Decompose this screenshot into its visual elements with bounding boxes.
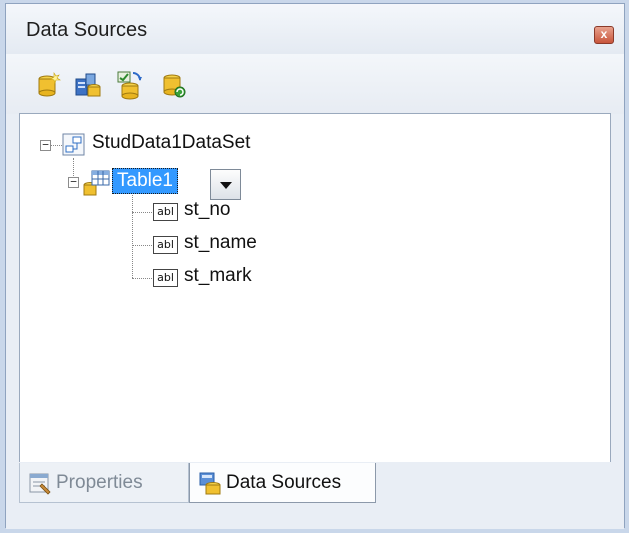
properties-icon — [29, 473, 51, 495]
table-collapse-toggle[interactable]: − — [68, 176, 79, 188]
close-button[interactable]: x — [594, 26, 614, 44]
panel-title: Data Sources — [26, 19, 148, 41]
data-sources-panel: Data Sources x − StudData1DataSet − Tabl… — [5, 3, 625, 529]
tree-connector — [132, 195, 133, 278]
textbox-field-icon: abl — [153, 269, 178, 287]
table-control-dropdown[interactable] — [210, 169, 241, 200]
dataset-collapse-toggle[interactable]: − — [40, 139, 51, 151]
toolbar — [6, 54, 624, 114]
tree-connector — [51, 145, 62, 146]
tree-connector — [132, 245, 152, 246]
tree-connector — [132, 212, 152, 213]
tab-properties-label: Properties — [56, 471, 143, 493]
field-node-label[interactable]: st_name — [184, 232, 257, 254]
data-sources-tree[interactable]: − StudData1DataSet − Table1 abl st_no ab… — [19, 113, 611, 463]
configure-dataset-with-wizard-button[interactable] — [112, 68, 148, 102]
textbox-field-icon: abl — [153, 203, 178, 221]
table-icon — [83, 170, 110, 196]
tree-connector — [132, 278, 152, 279]
field-node-label[interactable]: st_mark — [184, 265, 252, 287]
panel-tabstrip: Properties Data Sources — [6, 462, 624, 529]
close-icon: x — [600, 27, 608, 41]
add-new-data-source-button[interactable] — [30, 68, 66, 102]
edit-dataset-with-designer-icon — [75, 73, 101, 97]
field-node-label[interactable]: st_no — [184, 199, 230, 221]
dataset-node-label[interactable]: StudData1DataSet — [92, 132, 250, 154]
tab-data-sources[interactable]: Data Sources — [189, 463, 376, 503]
panel-titlebar: Data Sources x — [6, 4, 624, 54]
refresh-icon — [163, 74, 186, 98]
chevron-down-icon — [220, 182, 232, 189]
refresh-button[interactable] — [156, 68, 192, 102]
textbox-field-icon: abl — [153, 236, 178, 254]
dataset-icon — [62, 133, 85, 156]
add-new-data-source-icon — [38, 72, 61, 97]
edit-dataset-with-designer-button[interactable] — [70, 68, 106, 102]
table-node-label[interactable]: Table1 — [112, 168, 178, 194]
tab-data-sources-label: Data Sources — [226, 471, 342, 493]
configure-dataset-with-wizard-icon — [117, 71, 142, 100]
tab-properties[interactable]: Properties — [19, 463, 189, 503]
data-sources-icon — [199, 472, 221, 494]
